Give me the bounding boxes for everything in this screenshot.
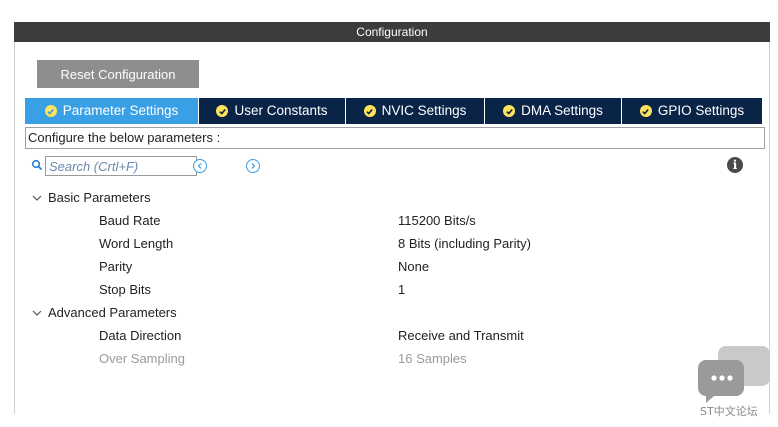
param-value: 8 Bits (including Parity) — [398, 236, 531, 251]
tab-label: GPIO Settings — [657, 103, 745, 118]
param-name: Stop Bits — [99, 282, 152, 297]
chevron-down-icon — [32, 310, 42, 316]
param-row-word-length[interactable]: Word Length 8 Bits (including Parity) — [25, 232, 765, 255]
chevron-down-icon — [32, 195, 42, 201]
check-icon — [363, 105, 376, 117]
check-icon — [503, 105, 516, 117]
watermark-text: ST中文论坛 — [700, 405, 758, 418]
parameter-tree: Basic Parameters Baud Rate 115200 Bits/s… — [25, 186, 765, 370]
tab-label: DMA Settings — [521, 103, 603, 118]
reset-configuration-button[interactable]: Reset Configuration — [37, 60, 199, 88]
param-name: Parity — [99, 259, 133, 274]
param-value: None — [398, 259, 430, 274]
tab-user-constants[interactable]: User Constants — [199, 98, 346, 124]
param-name: Data Direction — [99, 328, 182, 343]
info-icon[interactable]: i — [727, 157, 743, 173]
search-input[interactable] — [45, 156, 197, 176]
tab-label: Parameter Settings — [62, 103, 179, 118]
param-row-data-direction[interactable]: Data Direction Receive and Transmit — [25, 324, 765, 347]
group-label: Advanced Parameters — [48, 305, 177, 320]
tab-label: User Constants — [234, 103, 328, 118]
param-name: Over Sampling — [99, 351, 185, 366]
param-row-parity[interactable]: Parity None — [25, 255, 765, 278]
tab-gpio-settings[interactable]: GPIO Settings — [622, 98, 762, 124]
tab-bar: Parameter Settings User Constants NVIC S… — [25, 98, 762, 124]
tab-dma-settings[interactable]: DMA Settings — [485, 98, 622, 124]
chevron-left-icon — [197, 163, 202, 169]
window-title: Configuration — [14, 22, 770, 42]
tab-label: NVIC Settings — [381, 103, 467, 118]
description-text: Configure the below parameters : — [25, 127, 765, 149]
search-icon — [31, 159, 43, 171]
check-icon — [216, 105, 229, 117]
param-value: 16 Samples — [398, 351, 467, 366]
search-previous-button[interactable] — [193, 159, 207, 173]
tab-nvic-settings[interactable]: NVIC Settings — [346, 98, 485, 124]
search-bar: i — [25, 155, 770, 179]
param-row-baud-rate[interactable]: Baud Rate 115200 Bits/s — [25, 209, 765, 232]
param-row-over-sampling: Over Sampling 16 Samples — [25, 347, 765, 370]
param-name: Word Length — [99, 236, 174, 251]
group-label: Basic Parameters — [48, 190, 151, 205]
param-name: Baud Rate — [99, 213, 161, 228]
param-value: 1 — [398, 282, 406, 297]
chevron-right-icon — [251, 163, 256, 169]
check-icon — [639, 105, 652, 117]
param-value: Receive and Transmit — [398, 328, 524, 343]
group-advanced-parameters[interactable]: Advanced Parameters — [25, 301, 765, 324]
param-value: 115200 Bits/s — [398, 213, 476, 228]
param-row-stop-bits[interactable]: Stop Bits 1 — [25, 278, 765, 301]
check-icon — [44, 105, 57, 117]
search-next-button[interactable] — [246, 159, 260, 173]
tab-parameter-settings[interactable]: Parameter Settings — [25, 98, 199, 124]
group-basic-parameters[interactable]: Basic Parameters — [25, 186, 765, 209]
